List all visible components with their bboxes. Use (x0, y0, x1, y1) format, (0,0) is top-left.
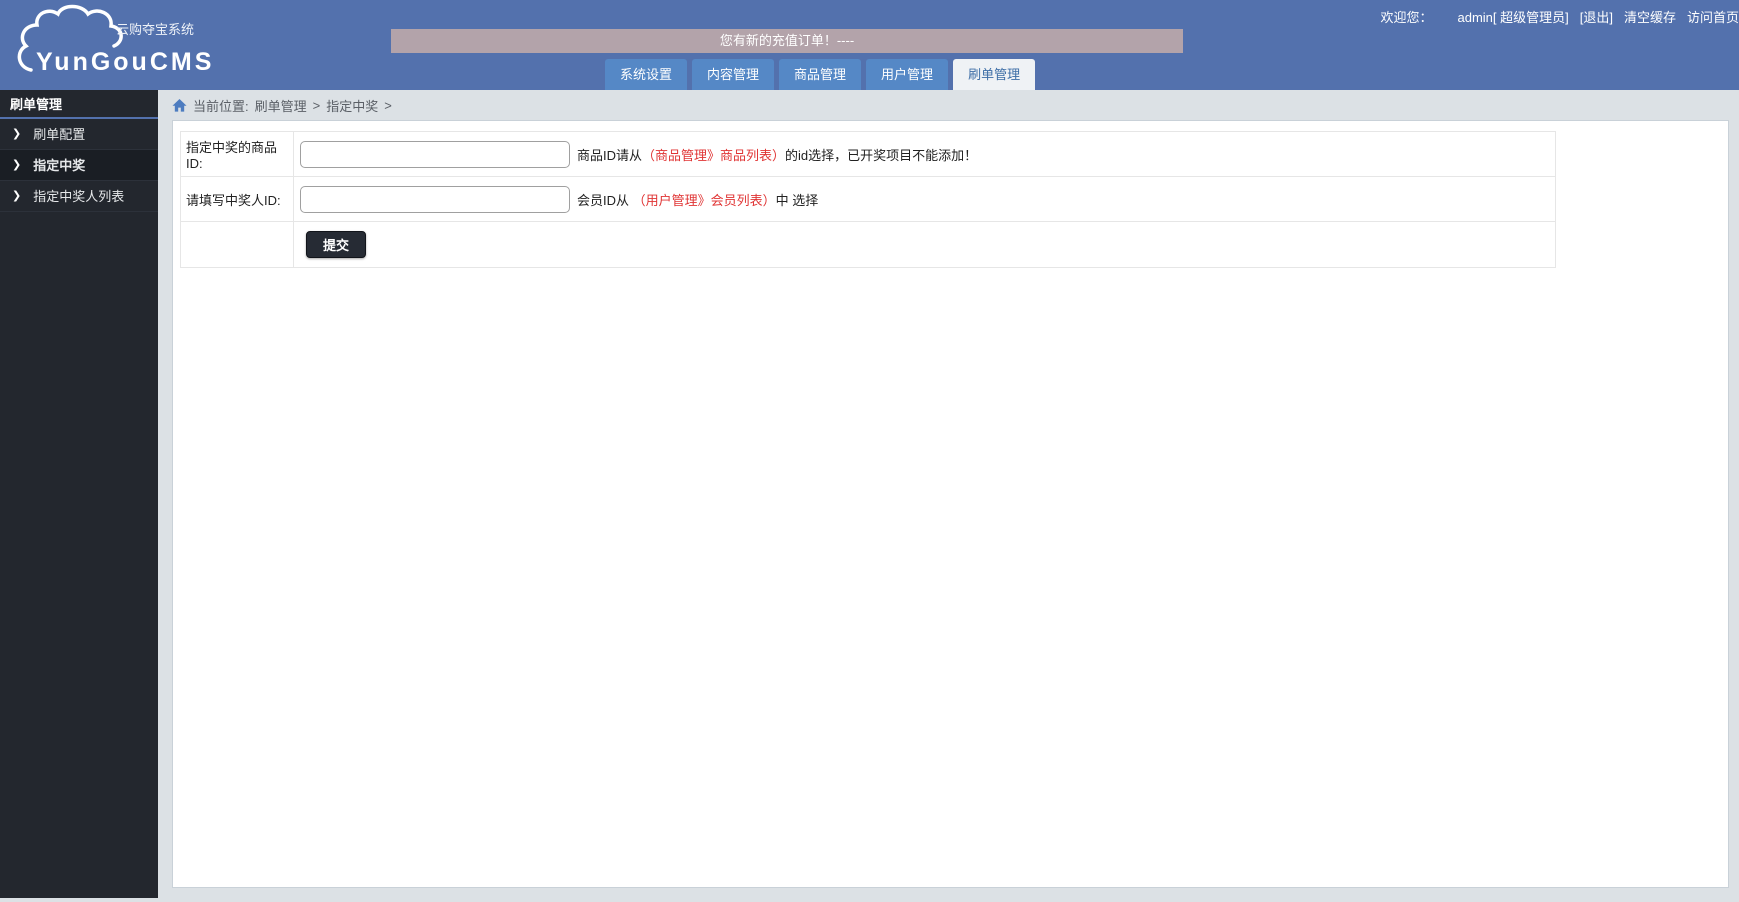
clear-cache-link[interactable]: 清空缓存 (1624, 7, 1676, 26)
assign-winner-form: 指定中奖的商品ID: 商品ID请从（商品管理》商品列表）的id选择，已开奖项目不… (180, 131, 1556, 268)
form-row-content: 提交 (294, 222, 1555, 267)
winner-id-hint: 会员ID从 （用户管理》会员列表）中 选择 (577, 190, 818, 209)
winner-id-label: 请填写中奖人ID: (181, 177, 294, 221)
sidebar-item-label: 刷单配置 (33, 126, 86, 142)
breadcrumb-link-assign-winner[interactable]: 指定中奖 (326, 96, 378, 115)
hint-text: 商品ID请从 (577, 147, 643, 163)
tab-content-management[interactable]: 内容管理 (692, 59, 775, 90)
winner-id-input[interactable] (300, 185, 570, 213)
sidebar-item-assign-winner[interactable]: ❯ 指定中奖 (0, 150, 158, 181)
product-id-input[interactable] (300, 140, 570, 168)
tab-brush-order-management[interactable]: 刷单管理 (953, 59, 1036, 90)
hint-text: 会员ID从 (577, 192, 633, 208)
breadcrumb-separator: > (312, 97, 321, 113)
current-user: admin[ 超级管理员] (1457, 9, 1569, 25)
tab-product-management[interactable]: 商品管理 (779, 59, 862, 90)
hint-highlight: （商品管理》商品列表） (642, 147, 786, 163)
welcome-label: 欢迎您： (1380, 9, 1433, 25)
chevron-right-icon: ❯ (12, 189, 22, 202)
brand-tagline: 云购夺宝系统 (116, 22, 194, 37)
form-row-winner-id: 请填写中奖人ID: 会员ID从 （用户管理》会员列表）中 选择 (181, 177, 1555, 222)
sidebar-item-label: 指定中奖 (33, 157, 86, 173)
brand-logo: YunGouCMS 云购夺宝系统 (14, 4, 244, 88)
hint-text: 中 选择 (775, 192, 819, 208)
form-row-product-id: 指定中奖的商品ID: 商品ID请从（商品管理》商品列表）的id选择，已开奖项目不… (181, 132, 1555, 177)
chevron-right-icon: ❯ (12, 158, 22, 171)
submit-button[interactable]: 提交 (306, 231, 367, 258)
chevron-right-icon: ❯ (12, 127, 22, 140)
empty-label-cell (181, 222, 294, 267)
breadcrumb-link-brush-management[interactable]: 刷单管理 (255, 96, 307, 115)
content-panel: 指定中奖的商品ID: 商品ID请从（商品管理》商品列表）的id选择，已开奖项目不… (172, 120, 1729, 888)
header: YunGouCMS 云购夺宝系统 欢迎您： admin[ 超级管理员] [退出]… (0, 0, 1739, 90)
breadcrumb: 当前位置: 刷单管理 > 指定中奖 > (158, 90, 1739, 120)
recharge-notice-banner[interactable]: 您有新的充值订单！---- (391, 29, 1183, 53)
sidebar-item-brush-config[interactable]: ❯ 刷单配置 (0, 119, 158, 150)
visit-home-link[interactable]: 访问首页 (1687, 7, 1739, 26)
main-content: 当前位置: 刷单管理 > 指定中奖 > 指定中奖的商品ID: 商品ID请从（商品… (158, 90, 1739, 902)
hint-highlight: （用户管理》会员列表） (632, 192, 776, 208)
form-row-content: 会员ID从 （用户管理》会员列表）中 选择 (294, 177, 1555, 221)
breadcrumb-prefix: 当前位置: (193, 98, 249, 114)
breadcrumb-separator: > (384, 97, 392, 113)
cloud-logo-icon: YunGouCMS 云购夺宝系统 (17, 4, 214, 76)
sidebar-section-title: 刷单管理 (0, 90, 158, 119)
home-icon (172, 98, 187, 113)
product-id-label: 指定中奖的商品ID: (181, 132, 294, 176)
sidebar: 刷单管理 ❯ 刷单配置 ❯ 指定中奖 ❯ 指定中奖人列表 (0, 90, 158, 898)
sidebar-item-assigned-winner-list[interactable]: ❯ 指定中奖人列表 (0, 181, 158, 212)
product-id-hint: 商品ID请从（商品管理》商品列表）的id选择，已开奖项目不能添加！ (577, 145, 977, 164)
form-row-content: 商品ID请从（商品管理》商品列表）的id选择，已开奖项目不能添加！ (294, 132, 1555, 176)
sidebar-item-label: 指定中奖人列表 (33, 188, 125, 204)
main-nav-tabs: 系统设置 内容管理 商品管理 用户管理 刷单管理 (605, 59, 1036, 90)
hint-text: 的id选择，已开奖项目不能添加！ (785, 147, 978, 163)
form-row-submit: 提交 (181, 222, 1555, 267)
brand-name: YunGouCMS (36, 48, 214, 76)
logout-link[interactable]: [退出] (1580, 7, 1613, 26)
user-bar: 欢迎您： admin[ 超级管理员] [退出] 清空缓存 访问首页 (1380, 7, 1739, 26)
tab-user-management[interactable]: 用户管理 (866, 59, 949, 90)
tab-system-settings[interactable]: 系统设置 (605, 59, 688, 90)
